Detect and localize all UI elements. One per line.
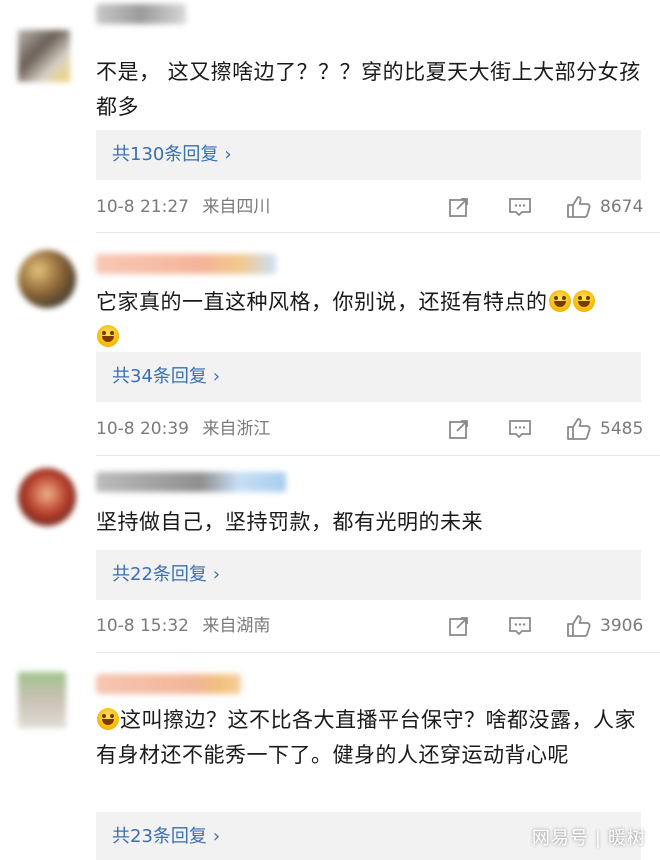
comment-text: 坚持做自己，坚持罚款，都有光明的未来 (96, 510, 483, 534)
laughing-emoji-icon (548, 290, 571, 312)
comment-meta: 10-8 21:27 来自四川 8674 (96, 195, 646, 219)
comment-icon[interactable] (508, 195, 532, 219)
replies-label: 共22条回复 (112, 564, 207, 585)
laughing-emoji-icon (572, 290, 595, 312)
chevron-right-icon: › (212, 366, 221, 387)
comment-text: 这叫擦边？这不比各大直播平台保守？啥都没露，人家有身材还不能秀一下了。健身的人还… (96, 703, 646, 773)
username-blurred[interactable] (96, 254, 276, 274)
username-blurred[interactable] (96, 674, 241, 694)
like-button[interactable]: 8674 (566, 195, 643, 219)
comment-meta: 10-8 20:39 来自浙江 5485 (96, 417, 646, 441)
replies-link[interactable]: 共34条回复 › (96, 352, 641, 402)
chevron-right-icon: › (212, 826, 221, 847)
like-count: 3906 (600, 616, 644, 636)
comment-time: 10-8 20:39 (96, 419, 189, 439)
comment-meta: 10-8 15:32 来自湖南 3906 (96, 614, 646, 638)
username-blurred[interactable] (96, 472, 286, 492)
comment-text-content: 这叫擦边？这不比各大直播平台保守？啥都没露，人家有身材还不能秀一下了。健身的人还… (96, 708, 636, 767)
divider (96, 652, 660, 653)
avatar[interactable] (18, 30, 70, 82)
divider (96, 455, 660, 456)
watermark-separator: | (594, 828, 602, 849)
comment-time: 10-8 21:27 (96, 197, 189, 217)
avatar[interactable] (18, 250, 76, 308)
share-icon[interactable] (448, 417, 470, 441)
replies-label: 共23条回复 (112, 826, 207, 847)
chevron-right-icon: › (224, 144, 232, 165)
like-button[interactable]: 3906 (566, 614, 643, 638)
avatar[interactable] (18, 468, 76, 526)
watermark-brand: 网易号 (531, 828, 589, 849)
share-icon[interactable] (448, 195, 470, 219)
replies-label: 共34条回复 (112, 366, 207, 387)
username-blurred[interactable] (96, 4, 186, 24)
comment-icon[interactable] (508, 417, 532, 441)
like-button[interactable]: 5485 (566, 417, 643, 441)
comment-text: 它家真的一直这种风格，你别说，还挺有特点的 (96, 285, 646, 355)
comment-time: 10-8 15:32 (96, 616, 189, 636)
share-icon[interactable] (448, 614, 470, 638)
watermark-author: 暖树 (608, 828, 646, 849)
watermark: 网易号 | 暖树 (532, 824, 646, 850)
laughing-emoji-icon (97, 325, 119, 347)
replies-link[interactable]: 共22条回复 › (96, 550, 641, 600)
comment-icon[interactable] (508, 614, 532, 638)
replies-link[interactable]: 共130条回复 › (96, 130, 641, 180)
comment-text: 不是， 这又擦啥边了？？？穿的比夏天大街上大部分女孩都多 (96, 60, 641, 119)
thumbs-up-icon (567, 418, 591, 440)
replies-label: 共130条回复 (112, 144, 219, 165)
chevron-right-icon: › (212, 564, 221, 585)
like-count: 5485 (600, 419, 644, 439)
comment-location: 来自浙江 (202, 419, 271, 439)
avatar[interactable] (18, 672, 66, 728)
comment-text-content: 它家真的一直这种风格，你别说，还挺有特点的 (96, 290, 548, 314)
comment-location: 来自湖南 (202, 616, 271, 636)
divider (96, 232, 660, 233)
like-count: 8674 (600, 197, 644, 217)
thumbs-up-icon (567, 615, 591, 637)
grinning-emoji-icon (97, 708, 119, 730)
thumbs-up-icon (567, 196, 591, 218)
comment-location: 来自四川 (202, 197, 271, 217)
